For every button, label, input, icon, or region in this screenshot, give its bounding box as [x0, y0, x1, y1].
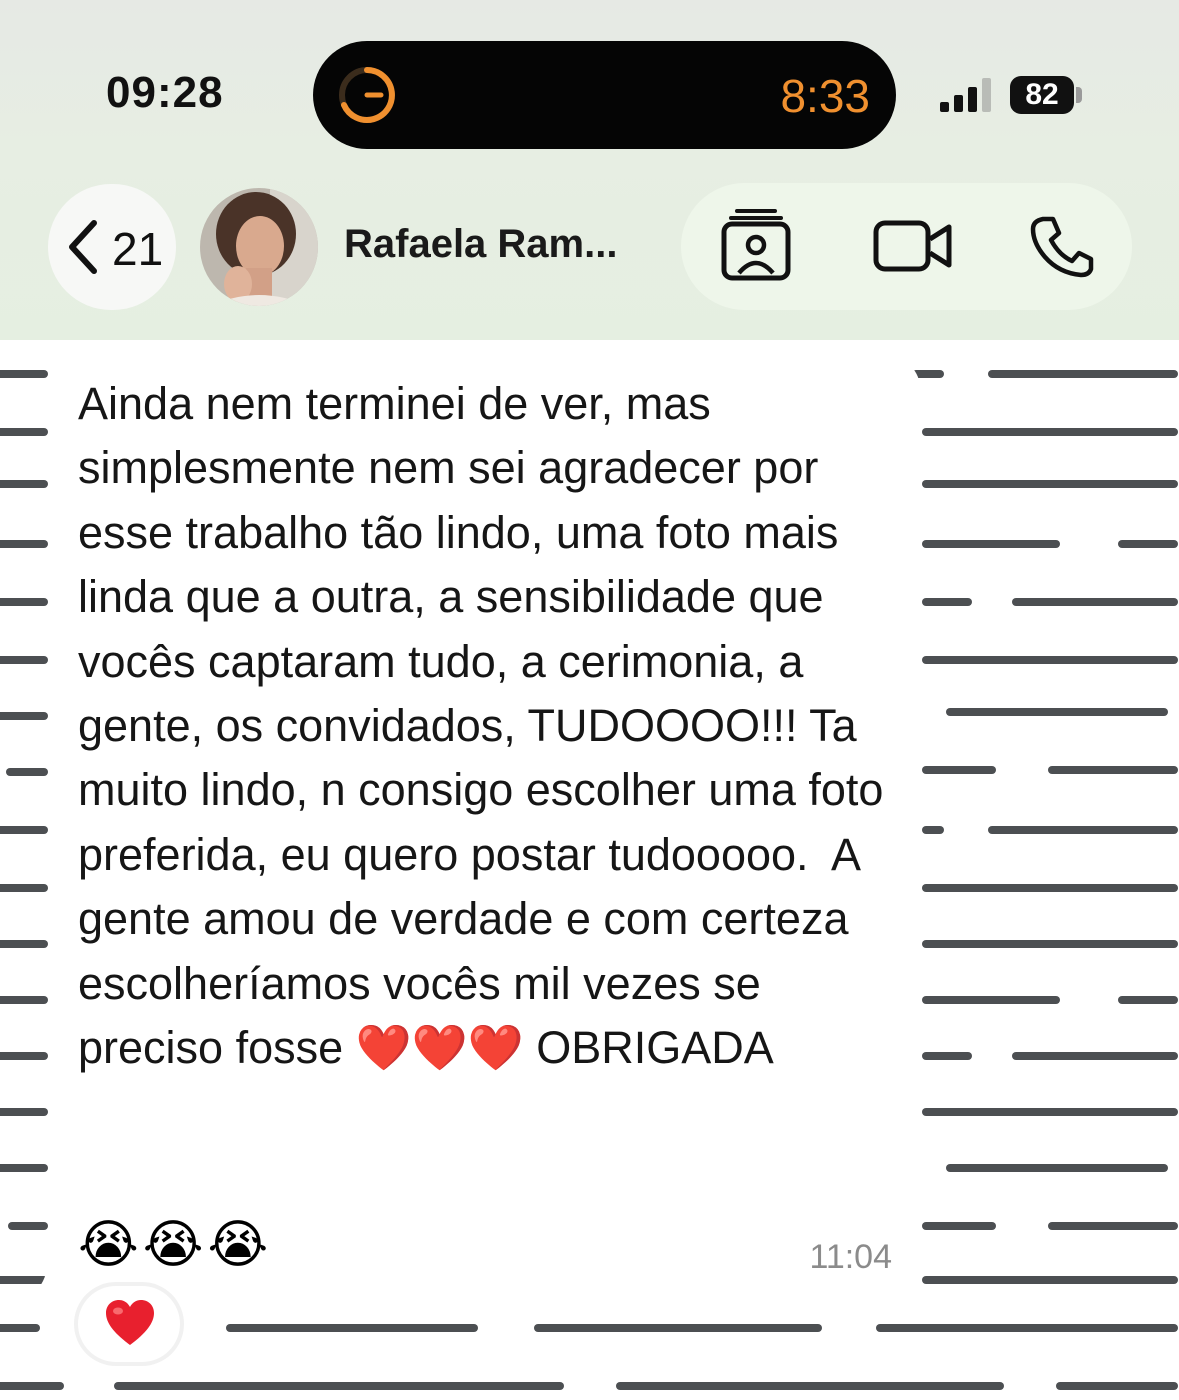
- island-timer: 8:33: [780, 70, 870, 122]
- reaction-badge[interactable]: [78, 1286, 180, 1362]
- heart-icon: [106, 1300, 154, 1345]
- message-text: Ainda nem terminei de ver, mas simplesme…: [78, 378, 896, 1074]
- avatar-photo: [200, 188, 318, 306]
- dynamic-island[interactable]: 8:33: [313, 41, 896, 149]
- battery-indicator: 82: [1010, 76, 1074, 114]
- chevron-left-icon: [69, 220, 97, 274]
- contact-card-icon[interactable]: [721, 207, 791, 281]
- battery-tip: [1076, 87, 1082, 103]
- back-button[interactable]: 21: [48, 184, 176, 310]
- video-camera-icon[interactable]: [873, 219, 953, 273]
- message-bubble[interactable]: Ainda nem terminei de ver, mas simplesme…: [48, 358, 920, 1294]
- message-timestamp: 11:04: [809, 1238, 892, 1276]
- call-actions-group: [681, 183, 1132, 310]
- avatar[interactable]: [200, 188, 318, 306]
- contact-name[interactable]: Rafaela Ram...: [344, 222, 617, 267]
- status-bar-time: 09:28: [106, 68, 224, 117]
- timer-ring-icon: [339, 67, 395, 123]
- signal-bars-icon: [940, 78, 991, 112]
- message-emojis: 😭😭😭: [78, 1216, 273, 1274]
- unread-count: 21: [112, 223, 164, 275]
- chat-header: 09:28 8:33 82 21 Rafaela Ram...: [0, 0, 1179, 340]
- phone-icon[interactable]: [1029, 215, 1095, 279]
